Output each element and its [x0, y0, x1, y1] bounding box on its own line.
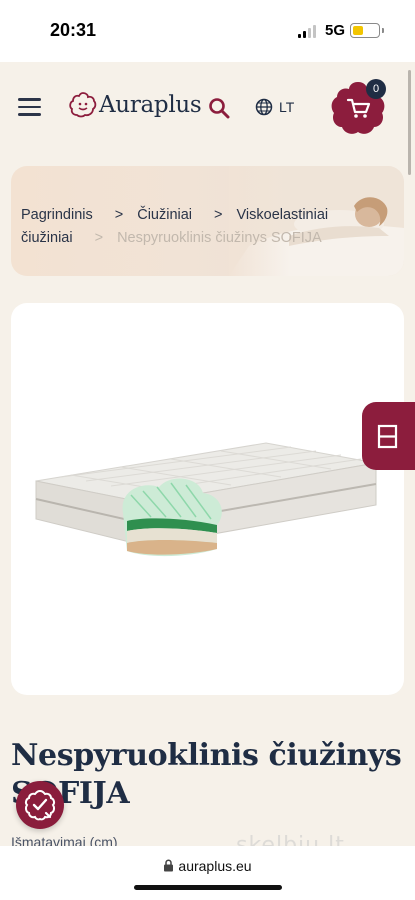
battery-cap — [382, 28, 384, 33]
breadcrumb-mattresses-link[interactable]: Čiužiniai — [137, 207, 192, 223]
browser-address-bar[interactable]: auraplus.eu — [0, 846, 415, 900]
network-label: 5G — [325, 22, 346, 39]
compare-icon — [377, 424, 398, 449]
product-title: Nespyruoklinis čiužinys SOFIJA — [11, 737, 406, 813]
compare-tab-button[interactable] — [362, 402, 415, 470]
menu-icon[interactable] — [18, 98, 41, 116]
page-scrollbar[interactable] — [408, 70, 411, 175]
logo-mark-icon — [69, 92, 97, 118]
search-icon[interactable] — [208, 97, 230, 119]
product-image-card[interactable] — [11, 303, 404, 695]
home-indicator[interactable] — [134, 885, 282, 890]
breadcrumb-viscoelastic-word1: Viskoelastiniai — [236, 207, 329, 223]
url-field[interactable]: auraplus.eu — [0, 858, 415, 874]
signal-icon — [298, 24, 318, 38]
breadcrumb-separator: > — [214, 207, 223, 223]
accessibility-icon — [24, 789, 56, 821]
status-bar: 20:31 5G — [0, 0, 415, 62]
breadcrumb-current: Nespyruoklinis čiužinys SOFIJA — [117, 230, 322, 246]
site-header: Auraplus LT — [0, 62, 415, 152]
breadcrumb-banner: Pagrindinis > Čiužiniai > Viskoelastiniai čiu… — [11, 166, 404, 276]
accessibility-button[interactable] — [16, 781, 64, 829]
lock-icon — [164, 859, 174, 872]
product-title-line1: Nespyruoklinis čiužinys — [11, 738, 402, 773]
cart-count-badge: 0 — [366, 79, 386, 99]
site-logo[interactable]: Auraplus — [68, 90, 202, 120]
language-selector[interactable]: LT — [255, 98, 294, 116]
breadcrumb-separator: > — [94, 230, 104, 246]
mattress-image — [35, 442, 377, 557]
language-label: LT — [279, 99, 295, 115]
battery-icon — [350, 23, 380, 38]
breadcrumb: Pagrindinis > Čiužiniai > Viskoelastiniai čiu… — [21, 204, 361, 250]
url-text: auraplus.eu — [178, 858, 252, 874]
breadcrumb-viscoelastic-word2: čiužiniai — [21, 230, 73, 246]
globe-icon — [255, 98, 273, 116]
status-time: 20:31 — [50, 20, 97, 40]
breadcrumb-separator: > — [114, 207, 124, 223]
breadcrumb-home-link[interactable]: Pagrindinis — [21, 207, 93, 223]
logo-text: Auraplus — [99, 92, 202, 118]
